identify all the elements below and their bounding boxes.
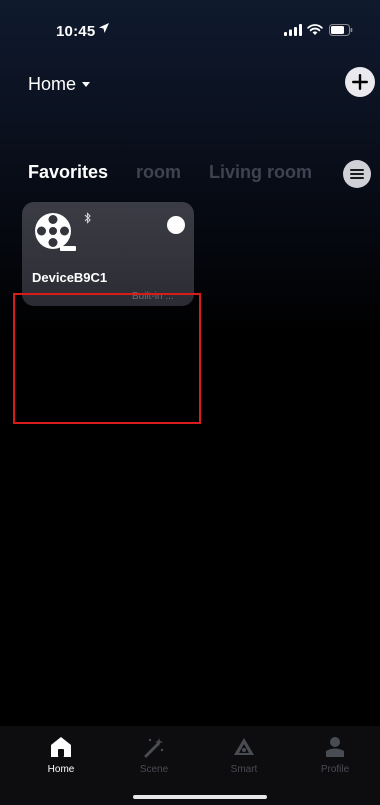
add-button[interactable] (345, 67, 375, 97)
home-icon (51, 737, 71, 757)
wifi-icon (307, 24, 323, 35)
nav-profile[interactable]: Profile (305, 736, 365, 782)
device-card[interactable]: DeviceB9C1 Built-in ... (22, 202, 194, 306)
home-selector-label: Home (28, 74, 77, 94)
nav-scene-label: Scene (139, 764, 169, 775)
nav-profile-label: Profile (320, 764, 350, 775)
status-bar: 10:45 (0, 0, 380, 44)
nav-home[interactable]: Home (31, 736, 91, 782)
hamburger-menu-icon (350, 169, 364, 179)
nav-smart-label: Smart (230, 764, 258, 775)
film-reel-device-icon (35, 213, 76, 251)
highlight-box (13, 293, 201, 424)
plus-icon (352, 74, 368, 90)
bottom-tab-bar: Home Scene Smart Profile (0, 726, 380, 805)
bluetooth-icon (84, 212, 91, 224)
room-menu-button[interactable] (343, 160, 371, 188)
room-tabs: Favorites room Living room (28, 162, 340, 188)
tab-favorites[interactable]: Favorites (28, 162, 108, 183)
app-screen: 10:45 Home Favorites room Living room De… (0, 0, 380, 805)
nav-smart[interactable]: Smart (214, 736, 274, 782)
profile-icon (326, 737, 344, 757)
tab-living-room[interactable]: Living room (209, 162, 312, 183)
tab-room[interactable]: room (136, 162, 181, 183)
status-time: 10:45 (56, 23, 96, 40)
device-name: DeviceB9C1 (32, 270, 108, 285)
cellular-signal-icon (284, 24, 302, 36)
smart-icon (234, 738, 254, 755)
caret-down-icon (82, 81, 91, 87)
nav-home-label: Home (47, 764, 75, 775)
home-indicator (133, 795, 267, 799)
scene-wand-icon (144, 738, 164, 758)
power-toggle[interactable] (167, 216, 185, 234)
home-selector[interactable]: Home (28, 74, 91, 95)
battery-icon (329, 24, 353, 36)
location-arrow-icon (99, 23, 109, 33)
nav-scene[interactable]: Scene (124, 736, 184, 782)
